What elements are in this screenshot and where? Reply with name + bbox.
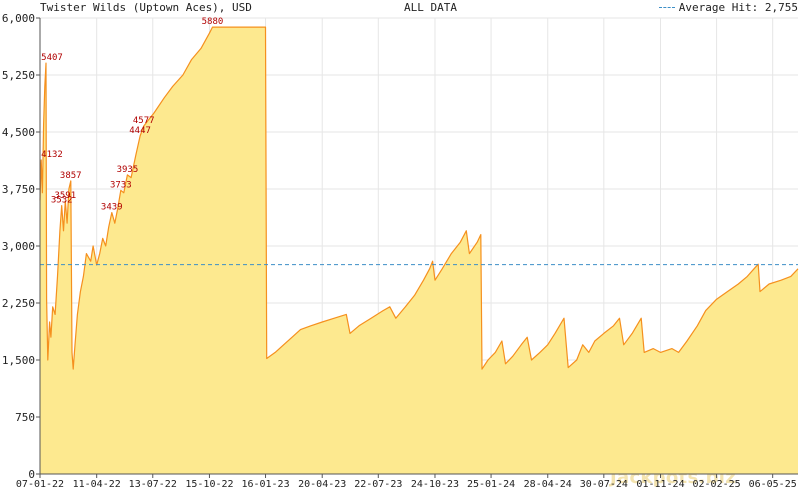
peak-label: 3591 — [54, 191, 76, 201]
x-tick-label: 16-01-23 — [241, 479, 289, 490]
x-tick-label: 15-10-22 — [185, 479, 233, 490]
x-tick-label: 11-04-22 — [73, 479, 121, 490]
peak-label: 5407 — [41, 53, 63, 63]
x-tick-label: 25-01-24 — [467, 479, 515, 490]
peak-label: 3439 — [101, 203, 123, 213]
peak-label: 4577 — [133, 116, 155, 126]
y-tick-label: 2,250 — [2, 297, 35, 310]
x-tick-label: 24-10-23 — [411, 479, 459, 490]
y-tick-label: 6,000 — [2, 12, 35, 25]
x-tick-label: 01-11-24 — [636, 479, 684, 490]
x-tick-label: 22-07-23 — [354, 479, 402, 490]
x-tick-label: 28-04-24 — [524, 479, 572, 490]
y-tick-label: 4,500 — [2, 126, 35, 139]
x-tick-label: 13-07-22 — [129, 479, 177, 490]
peak-label: 5880 — [202, 17, 224, 27]
peak-label: 3857 — [60, 171, 82, 181]
x-tick-label: 20-04-23 — [298, 479, 346, 490]
y-tick-label: 750 — [15, 411, 35, 424]
y-tick-label: 1,500 — [2, 354, 35, 367]
y-tick-label: 3,000 — [2, 240, 35, 253]
x-tick-label: 07-01-22 — [16, 479, 64, 490]
x-tick-label: 06-05-25 — [749, 479, 797, 490]
peak-label: 4132 — [41, 150, 63, 160]
y-tick-label: 5,250 — [2, 69, 35, 82]
y-tick-label: 3,750 — [2, 183, 35, 196]
jackpot-area — [40, 27, 798, 474]
x-tick-label: 02-02-25 — [693, 479, 741, 490]
peak-label: 3733 — [110, 180, 132, 190]
x-tick-label: 30-07-24 — [580, 479, 628, 490]
peak-label: 4447 — [129, 126, 151, 136]
jackpot-history-chart: 07501,5002,2503,0003,7504,5005,2506,0000… — [2, 12, 799, 490]
peak-label: 3935 — [117, 165, 139, 175]
